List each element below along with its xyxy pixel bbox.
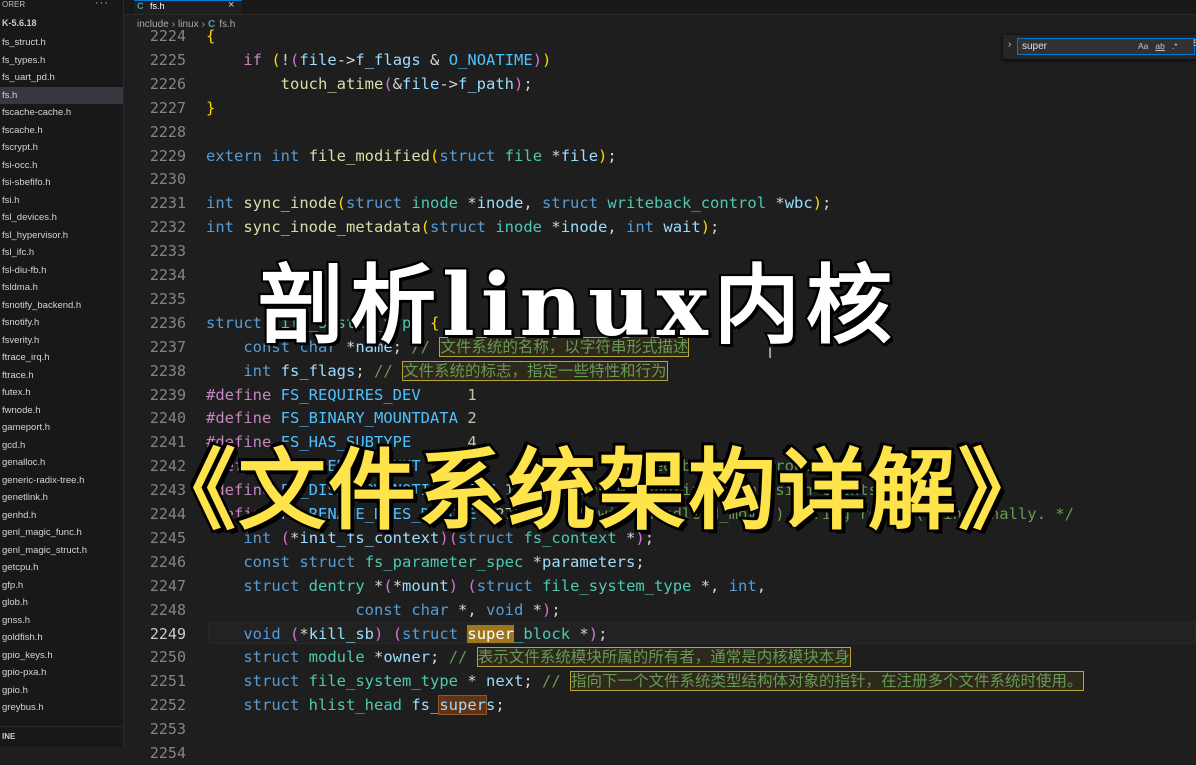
line-number: 2231 [149,194,186,213]
file-item[interactable]: fs_uart_pd.h [0,69,123,87]
file-item[interactable]: ftrace.h [0,367,123,385]
code-text: struct file_system_type * next; // 指向下一个… [243,671,1084,692]
line-number: 2254 [149,744,186,762]
file-item[interactable]: gfp.h [0,577,123,595]
file-item[interactable]: gpio-pxa.h [0,664,123,682]
file-item[interactable]: gpio.h [0,682,123,700]
line-number: 2228 [149,122,186,141]
code-line[interactable]: 2252 struct hlist_head fs_supers; [124,693,1196,717]
file-item[interactable]: gnss.h [0,612,123,630]
line-number: 2226 [149,74,186,93]
video-subtitle-overlay: 《文件系统架构详解》 [0,420,1196,547]
code-line[interactable]: 2229 extern int file_modified(struct file… [124,144,1196,168]
find-query: super [1022,41,1048,52]
line-number: 2238 [149,361,186,380]
code-text: if (!(file->f_flags & O_NOATIME)) [243,50,552,69]
find-options: Aa ab .* [1138,41,1185,51]
title-line-1: 剖析linux内核 [256,253,898,358]
file-item[interactable]: glob.h [0,594,123,612]
file-item[interactable]: fwnode.h [0,402,123,420]
file-item[interactable]: fscache.h [0,122,123,140]
video-title-overlay: 剖析linux内核 [0,235,1196,360]
line-number: 2246 [149,552,186,571]
code-text: void (*kill_sb) (struct super_block *); [243,624,608,643]
file-item[interactable]: fsi-occ.h [0,157,123,175]
explorer-title: ORER [2,0,26,9]
code-line[interactable]: 2228 [124,120,1196,144]
line-number: 2250 [149,648,186,667]
file-item[interactable]: greybus.h [0,699,123,717]
line-number: 2225 [149,50,186,69]
file-list: fs_struct.h fs_types.h fs_uart_pd.h fs.h fsc… [0,34,123,717]
file-item[interactable]: fscrypt.h [0,139,123,157]
chevron-right-icon[interactable]: › [1008,39,1011,50]
line-number: 2224 [149,27,186,45]
code-line[interactable]: 2250 struct module *owner; // 表示文件系统模块所属… [124,645,1196,669]
file-item[interactable]: fsi.h [0,192,123,210]
whole-word-icon[interactable]: ab [1155,41,1164,51]
code-line[interactable]: 2226 touch_atime(&file->f_path); [124,72,1196,96]
code-line[interactable]: 2230 [124,167,1196,191]
code-line[interactable]: 2249 void (*kill_sb) (struct super_block… [124,621,1196,646]
file-item[interactable]: fsi-sbefifo.h [0,174,123,192]
line-number: 2247 [149,576,186,595]
explorer-sidebar: ORER ··· K-5.6.18 fs_struct.h fs_types.h f… [0,0,124,747]
file-item[interactable]: gpio_keys.h [0,647,123,665]
code-text: struct dentry *(*mount) (struct file_sys… [243,576,767,595]
file-item[interactable]: fs_types.h [0,52,123,70]
code-text: { [206,27,216,45]
more-actions-icon[interactable]: ··· [95,0,109,9]
code-line[interactable]: 2248 const char *, void *); [124,598,1196,622]
code-text: } [206,98,216,117]
file-item[interactable]: fs_struct.h [0,34,123,52]
c-language-icon: C [137,1,144,11]
code-line[interactable]: 2251 struct file_system_type * next; // … [124,669,1196,693]
file-item[interactable]: getcpu.h [0,559,123,577]
line-number: 2249 [149,624,186,643]
file-item[interactable]: fs.h [0,86,123,104]
file-item[interactable]: fscache-cache.h [0,104,123,122]
outline-section-header[interactable]: INE [0,726,123,747]
code-text: int fs_flags; // 文件系统的标志，指定一些特性和行为 [243,360,668,381]
code-text: extern int file_modified(struct file *fi… [206,146,617,165]
code-line[interactable]: 2227} [124,96,1196,120]
line-number: 2229 [149,146,186,165]
line-number: 2252 [149,696,186,715]
line-number: 2248 [149,600,186,619]
line-number: 2251 [149,672,186,691]
line-number: 2227 [149,98,186,117]
line-number: 2239 [149,385,186,404]
explorer-header: ORER ··· [0,0,123,12]
code-line[interactable]: 2231 int sync_inode(struct inode *inode, … [124,191,1196,215]
title-line-2: 《文件系统架构详解》 [145,436,1048,545]
editor-tab-bar: C fs.h × [124,0,1196,15]
code-line[interactable]: 2238 int fs_flags; // 文件系统的标志，指定一些特性和行为 [124,359,1196,383]
line-number: 2230 [149,170,186,189]
code-line[interactable]: 2247 struct dentry *(*mount) (struct fil… [124,574,1196,598]
code-text: const char *, void *); [355,600,561,619]
explorer-root-folder[interactable]: K-5.6.18 [0,12,123,34]
tab-fs-h[interactable]: C fs.h × [134,0,242,14]
line-number: 2253 [149,720,186,739]
code-text: #define FS_REQUIRES_DEV 1 [206,385,477,404]
find-input[interactable]: super Aa ab .* [1017,38,1195,55]
find-widget: › super Aa ab .* 5 [1003,35,1196,59]
tab-title: fs.h [150,1,165,11]
regex-icon[interactable]: .* [1172,41,1178,51]
code-text: struct module *owner; // 表示文件系统模块所属的所有者，… [243,647,851,668]
code-line[interactable]: 2254 [124,741,1196,765]
code-text: touch_atime(&file->f_path); [280,74,533,93]
close-icon[interactable]: × [228,0,234,11]
file-item[interactable]: fsl_devices.h [0,209,123,227]
code-text: const struct fs_parameter_spec *paramete… [243,552,645,571]
code-text: int sync_inode(struct inode *inode, stru… [206,194,832,213]
file-item[interactable]: futex.h [0,384,123,402]
match-case-icon[interactable]: Aa [1138,41,1148,51]
code-line[interactable]: 2246 const struct fs_parameter_spec *par… [124,550,1196,574]
code-text: struct hlist_head fs_supers; [243,695,505,716]
code-editor[interactable]: 2224 {2225 if (!(file->f_flags & O_NOATIM… [124,27,1196,762]
code-line[interactable]: 2253 [124,717,1196,741]
code-line[interactable]: 2239 #define FS_REQUIRES_DEV 1 [124,383,1196,407]
file-item[interactable]: goldfish.h [0,629,123,647]
